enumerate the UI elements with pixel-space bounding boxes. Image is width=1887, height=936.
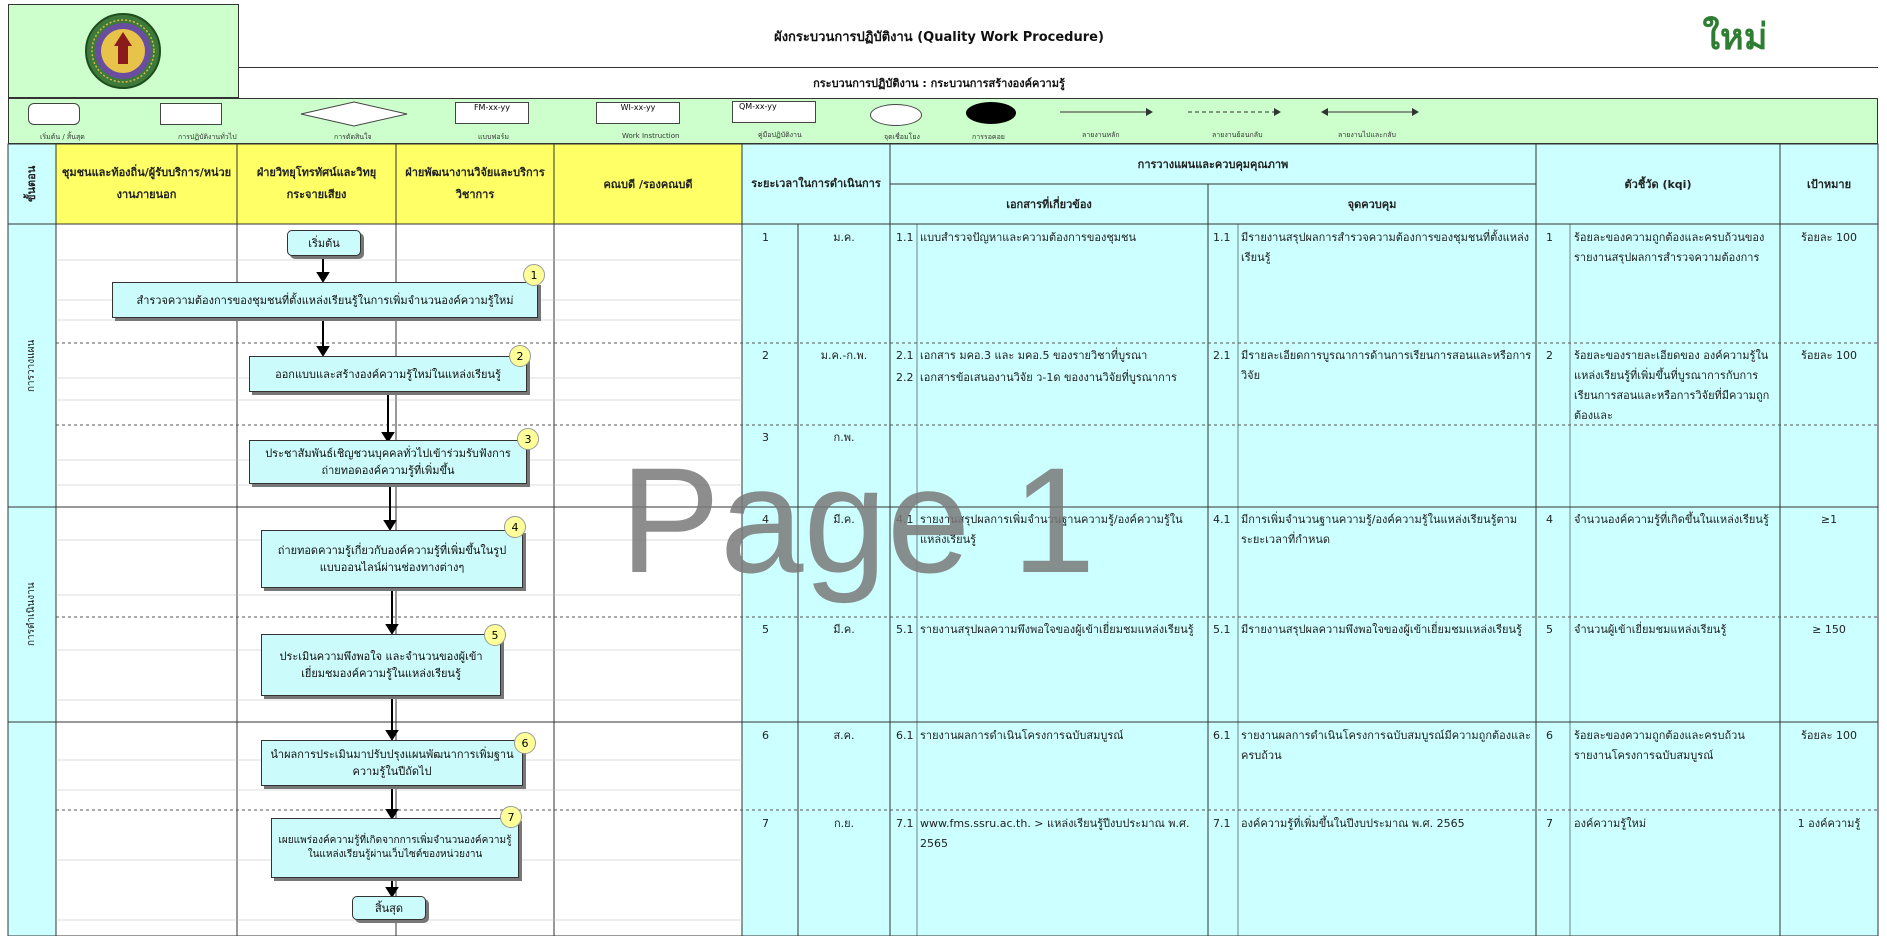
row-control-number: 5.1 xyxy=(1213,623,1231,636)
row-kqi-number: 4 xyxy=(1546,513,1553,526)
row-control: มีรายละเอียดการบูรณาการด้านการเรียนการสอ… xyxy=(1241,349,1532,382)
row-doc2-number: 2.2 xyxy=(896,371,914,384)
flow-badge-2: 2 xyxy=(509,345,531,367)
row-number: 5 xyxy=(762,623,769,636)
row-target: ≥1 xyxy=(1820,513,1838,526)
row-document: รายงานสรุปผลการเพิ่มจำนวนฐานความรู้/องค์… xyxy=(920,513,1183,546)
flow-end: สิ้นสุด xyxy=(352,896,426,920)
row-document: รายงานผลการดำเนินโครงการฉบับสมบูรณ์ xyxy=(920,729,1124,742)
row-document: www.fms.ssru.ac.th. > แหล่งเรียนรู้ปีงบป… xyxy=(920,817,1190,850)
flow-start: เริ่มต้น xyxy=(287,230,361,256)
row-target: ร้อยละ 100 xyxy=(1800,729,1858,742)
row-kqi-number: 2 xyxy=(1546,349,1553,362)
row-target: 1 องค์ความรู้ xyxy=(1797,817,1861,830)
flow-badge-6: 6 xyxy=(514,732,536,754)
row-control: มีรายงานสรุปผลความพึงพอใจของผู้เข้าเยี่ย… xyxy=(1241,623,1522,636)
flow-badge-7: 7 xyxy=(500,806,522,828)
row-control: มีรายงานสรุปผลการสำรวจความต้องการของชุมช… xyxy=(1241,231,1530,264)
row-control-number: 2.1 xyxy=(1213,349,1231,362)
row-month: ม.ค.-ก.พ. xyxy=(820,349,868,362)
row-doc-number: 7.1 xyxy=(896,817,914,830)
flow-node-3: ประชาสัมพันธ์เชิญชวนบุคคลทั่วไปเข้าร่วมร… xyxy=(249,440,527,484)
flow-node-5: ประเมินความพึงพอใจ และจำนวนของผู้เข้าเยี… xyxy=(261,634,501,696)
row-control-number: 4.1 xyxy=(1213,513,1231,526)
row-doc-number: 4.1 xyxy=(896,513,914,526)
row-document-2: เอกสารข้อเสนองานวิจัย ว-1ด ของงานวิจัยที… xyxy=(920,371,1177,384)
row-control: รายงานผลการดำเนินโครงการฉบับสมบูรณ์มีควา… xyxy=(1241,729,1531,762)
row-kqi: ร้อยละของรายละเอียดของ องค์ความรู้ในแหล่… xyxy=(1574,349,1770,422)
row-target: ร้อยละ 100 xyxy=(1800,231,1858,244)
row-kqi: จำนวนองค์ความรู้ที่เกิดขึ้นในแหล่งเรียนร… xyxy=(1574,513,1769,526)
row-target: ร้อยละ 100 xyxy=(1800,349,1858,362)
row-doc-number: 2.1 xyxy=(896,349,914,362)
row-number: 3 xyxy=(762,431,769,444)
flow-node-1: สำรวจความต้องการของชุมชนที่ตั้งแหล่งเรีย… xyxy=(112,282,538,318)
flow-badge-5: 5 xyxy=(484,624,506,646)
row-target: ≥ 150 xyxy=(1812,623,1846,636)
flow-node-6: นำผลการประเมินมาปรับปรุงแผนพัฒนาการเพิ่ม… xyxy=(261,740,523,786)
row-doc-number: 1.1 xyxy=(896,231,914,244)
row-control: มีการเพิ่มจำนวนฐานความรู้/องค์ความรู้ในแ… xyxy=(1241,513,1518,546)
row-kqi: จำนวนผู้เข้าเยี่ยมชมแหล่งเรียนรู้ xyxy=(1574,623,1727,636)
row-kqi-number: 5 xyxy=(1546,623,1553,636)
row-kqi-number: 7 xyxy=(1546,817,1553,830)
row-month: ส.ค. xyxy=(833,729,855,742)
row-kqi: ร้อยละของความถูกต้องและครบถ้วนของรายงานส… xyxy=(1574,231,1765,264)
flow-node-4: ถ่ายทอดความรู้เกี่ยวกับองค์ความรู้ที่เพิ… xyxy=(261,530,523,588)
row-number: 7 xyxy=(762,817,769,830)
flow-node-2: ออกแบบและสร้างองค์ความรู้ใหม่ในแหล่งเรีย… xyxy=(249,356,527,392)
flow-node-7: เผยแพร่องค์ความรู้ที่เกิดจากการเพิ่มจำนว… xyxy=(271,818,519,878)
flow-badge-3: 3 xyxy=(517,428,539,450)
row-document: รายงานสรุปผลความพึงพอใจของผู้เข้าเยี่ยมช… xyxy=(920,623,1194,636)
row-document: แบบสำรวจปัญหาและความต้องการของชุมชน xyxy=(920,231,1137,244)
row-month: ก.ย. xyxy=(833,817,855,830)
row-control-number: 6.1 xyxy=(1213,729,1231,742)
row-doc-number: 5.1 xyxy=(896,623,914,636)
row-control: องค์ความรู้ที่เพิ่มขึ้นในปีงบประมาณ พ.ศ.… xyxy=(1241,817,1465,830)
row-number: 6 xyxy=(762,729,769,742)
row-month: ก.พ. xyxy=(833,431,855,444)
flow-badge-1: 1 xyxy=(523,264,545,286)
row-document: เอกสาร มคอ.3 และ มคอ.5 ของรายวิชาที่บูรณ… xyxy=(920,349,1148,362)
row-number: 1 xyxy=(762,231,769,244)
row-kqi-number: 6 xyxy=(1546,729,1553,742)
row-number: 4 xyxy=(762,513,769,526)
row-kqi-number: 1 xyxy=(1546,231,1553,244)
row-month: มี.ค. xyxy=(833,623,855,636)
row-kqi: ร้อยละของความถูกต้องและครบถ้วนรายงานโครง… xyxy=(1574,729,1745,762)
row-doc-number: 6.1 xyxy=(896,729,914,742)
row-month: ม.ค. xyxy=(833,231,855,244)
flow-badge-4: 4 xyxy=(504,516,526,538)
row-control-number: 1.1 xyxy=(1213,231,1231,244)
row-number: 2 xyxy=(762,349,769,362)
row-kqi: องค์ความรู้ใหม่ xyxy=(1574,817,1647,830)
row-month: มี.ค. xyxy=(833,513,855,526)
row-control-number: 7.1 xyxy=(1213,817,1231,830)
